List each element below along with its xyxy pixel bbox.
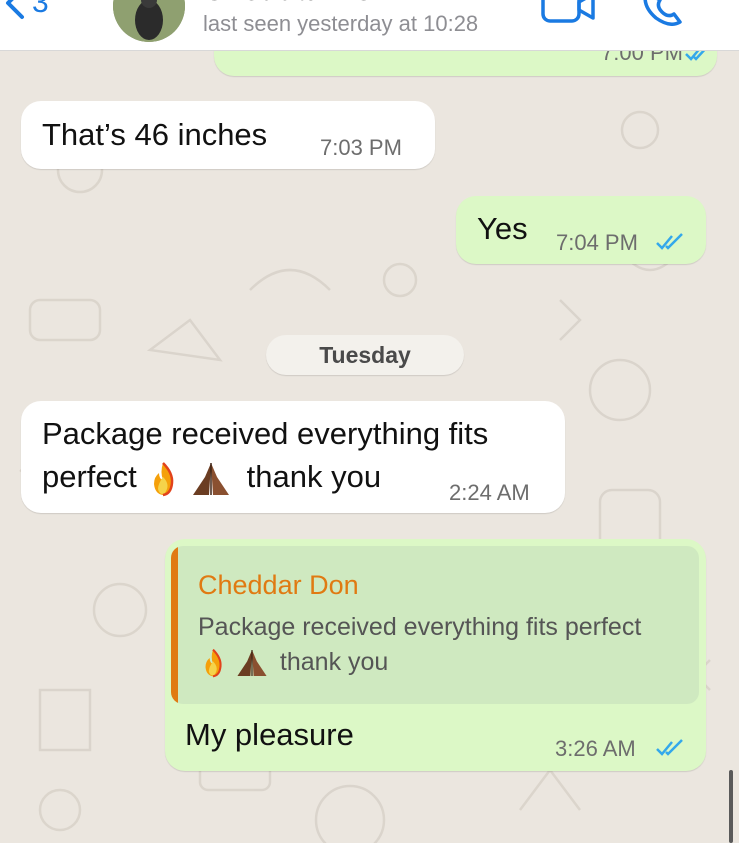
quote-text-line-2: thank you — [198, 648, 388, 678]
quote-text-line-1: Package received everything fits perfect — [198, 613, 642, 641]
message-text: That’s 46 inches — [42, 117, 268, 152]
message-bubble-outgoing[interactable]: Yes 7:04 PM — [456, 196, 706, 264]
last-seen-status: last seen yesterday at 10:28 — [203, 11, 479, 36]
folded-hands-emoji-icon — [193, 462, 230, 495]
folded-hands-emoji-icon — [237, 650, 267, 677]
message-text-line-1: Package received everything fits — [42, 416, 489, 451]
fire-emoji-icon — [154, 461, 174, 497]
quote-accent-bar — [171, 546, 178, 704]
fire-emoji-icon — [205, 649, 222, 678]
video-call-button[interactable] — [540, 0, 596, 29]
message-text-line-2: perfect thank you — [42, 459, 381, 497]
message-text: Yes — [477, 211, 528, 246]
read-ticks-icon — [656, 233, 683, 250]
quote-author: Cheddar Don — [198, 570, 359, 600]
video-camera-icon — [541, 0, 595, 23]
message-bubble-incoming[interactable]: That’s 46 inches 7:03 PM — [21, 101, 435, 169]
message-text-fragment: thank you — [246, 459, 382, 494]
contact-name[interactable]: Cheddar Don — [203, 0, 391, 8]
unread-count: 3 — [32, 0, 49, 19]
avatar[interactable] — [113, 0, 185, 42]
chat-header: 3 Cheddar Don last seen yesterday at 10:… — [0, 0, 739, 51]
phone-icon — [643, 0, 682, 26]
back-button[interactable]: 3 — [4, 0, 49, 20]
message-text: My pleasure — [185, 717, 354, 752]
scrollbar[interactable] — [729, 770, 733, 843]
message-time: 3:26 AM — [555, 736, 636, 761]
message-bubble-incoming[interactable]: Package received everything fits perfect… — [21, 401, 565, 513]
quote-text-fragment: thank you — [279, 648, 389, 676]
voice-call-button[interactable] — [640, 0, 686, 31]
avatar-photo — [113, 0, 185, 42]
chevron-left-icon — [6, 0, 24, 19]
message-time: 7:03 PM — [320, 135, 402, 160]
reply-quote[interactable]: Cheddar Don Package received everything … — [171, 546, 699, 704]
message-text-fragment: perfect — [42, 459, 137, 494]
date-separator: Tuesday — [266, 335, 464, 375]
message-time: 2:24 AM — [449, 480, 530, 505]
read-ticks-icon — [656, 739, 683, 756]
message-time: 7:04 PM — [556, 230, 638, 255]
